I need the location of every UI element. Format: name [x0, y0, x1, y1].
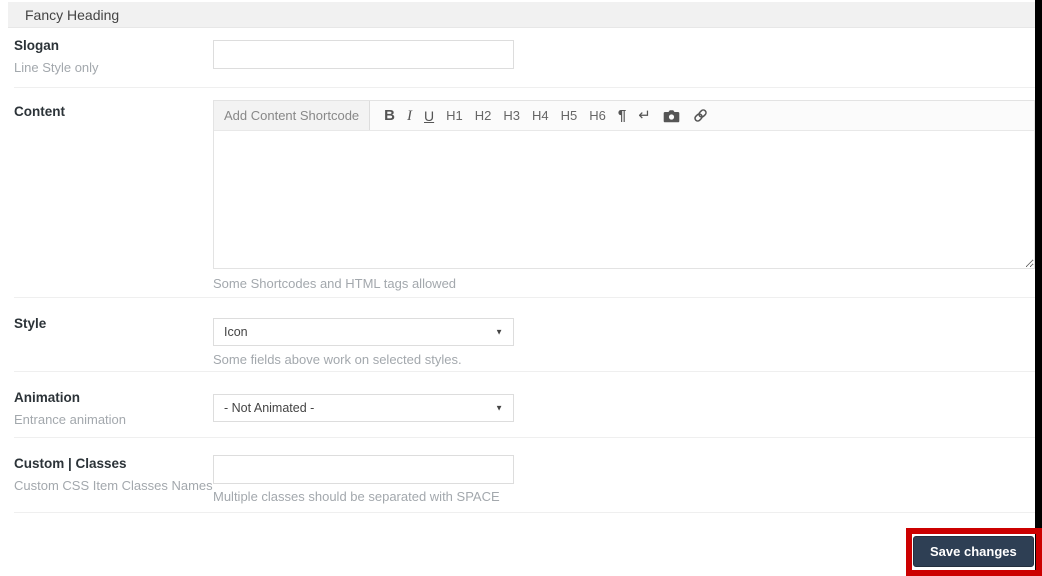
animation-select-value: - Not Animated -: [224, 401, 315, 415]
bold-button[interactable]: B: [384, 102, 395, 130]
underline-button[interactable]: U: [424, 102, 434, 130]
slogan-description: Line Style only: [14, 60, 99, 75]
editor-toolbar-buttons: B I U H1 H2 H3 H4 H5 H6 ¶ ↵: [370, 101, 715, 130]
style-select-value: Icon: [224, 325, 248, 339]
slogan-row: Slogan Line Style only: [14, 28, 1035, 88]
italic-button[interactable]: I: [407, 102, 412, 130]
animation-description: Entrance animation: [14, 412, 127, 427]
animation-label-column: Animation Entrance animation: [14, 372, 213, 437]
custom-classes-label-column: Custom | Classes Custom CSS Item Classes…: [14, 438, 213, 512]
panel-title: Fancy Heading: [25, 6, 120, 23]
content-label-column: Content: [14, 88, 213, 297]
custom-classes-label: Custom | Classes: [14, 456, 127, 471]
caret-down-icon: ▼: [495, 403, 503, 413]
custom-classes-input[interactable]: [213, 455, 514, 484]
heading-2-button[interactable]: H2: [475, 102, 492, 130]
fancy-heading-settings-panel: Fancy Heading Slogan Line Style only Con…: [0, 0, 1042, 576]
content-textarea[interactable]: [214, 131, 1034, 268]
style-label: Style: [14, 316, 47, 331]
content-editor: Add Content Shortcode B I U H1 H2 H3 H4 …: [213, 100, 1035, 269]
slogan-label: Slogan: [14, 38, 60, 53]
add-content-shortcode-button[interactable]: Add Content Shortcode: [214, 101, 371, 130]
caret-down-icon: ▼: [495, 327, 503, 337]
panel-header: Fancy Heading: [8, 2, 1035, 28]
camera-icon[interactable]: [663, 109, 680, 123]
style-select[interactable]: Icon ▼: [213, 318, 514, 346]
line-break-button[interactable]: ↵: [638, 102, 651, 130]
heading-1-button[interactable]: H1: [446, 102, 463, 130]
slogan-label-column: Slogan Line Style only: [14, 28, 213, 87]
custom-classes-description: Custom CSS Item Classes Names: [14, 478, 213, 493]
style-help-text: Some fields above work on selected style…: [213, 352, 462, 367]
content-row: Content Add Content Shortcode B I U H1 H…: [14, 88, 1035, 298]
animation-row: Animation Entrance animation - Not Anima…: [14, 372, 1035, 438]
custom-classes-row: Custom | Classes Custom CSS Item Classes…: [14, 438, 1035, 513]
content-label: Content: [14, 104, 65, 119]
content-help-text: Some Shortcodes and HTML tags allowed: [213, 276, 457, 291]
animation-label: Animation: [14, 390, 80, 405]
style-label-column: Style: [14, 298, 213, 371]
slogan-input[interactable]: [213, 40, 514, 69]
heading-3-button[interactable]: H3: [503, 102, 520, 130]
paragraph-button[interactable]: ¶: [618, 102, 626, 130]
right-edge-bar: [1035, 0, 1042, 576]
custom-classes-help-text: Multiple classes should be separated wit…: [213, 489, 500, 504]
heading-6-button[interactable]: H6: [589, 102, 606, 130]
settings-form: Slogan Line Style only Content Add Conte…: [14, 28, 1035, 513]
style-row: Style Icon ▼ Some fields above work on s…: [14, 298, 1035, 372]
heading-5-button[interactable]: H5: [561, 102, 578, 130]
heading-4-button[interactable]: H4: [532, 102, 549, 130]
link-icon[interactable]: [692, 107, 709, 124]
editor-toolbar: Add Content Shortcode B I U H1 H2 H3 H4 …: [214, 101, 1034, 131]
save-changes-button[interactable]: Save changes: [913, 536, 1034, 567]
animation-select[interactable]: - Not Animated - ▼: [213, 394, 514, 422]
